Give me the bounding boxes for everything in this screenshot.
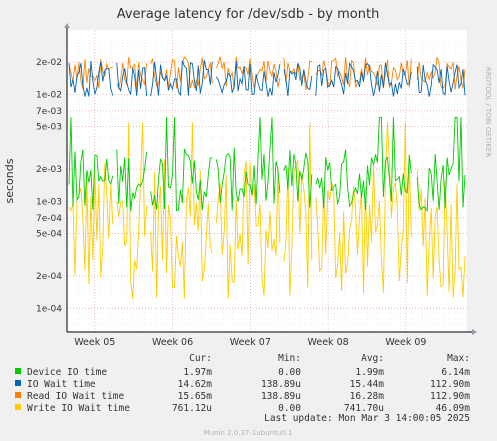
y-tick-label: 1e-02: [36, 90, 62, 100]
munin-version: Munin 2.0.37-1ubuntu0.1: [204, 429, 293, 437]
y-tick-label: 5e-03: [36, 123, 62, 133]
legend-swatch: [15, 368, 21, 374]
y-axis-arrow: [64, 23, 70, 28]
legend-value-avg: 15.44m: [350, 379, 385, 390]
y-tick-label: 1e-03: [36, 197, 62, 207]
y-axis-label: seconds: [3, 158, 16, 203]
y-tick-label: 5e-04: [36, 230, 62, 240]
legend-label: Write IO Wait time: [27, 403, 130, 414]
legend-value-min: 138.89u: [261, 391, 301, 402]
x-tick-label: Week 08: [308, 337, 349, 348]
legend-label: Device IO time: [27, 367, 107, 378]
col-header-avg: Avg:: [361, 353, 384, 364]
rrdtool-credit: RRDTOOL / TOBI OETIKER: [484, 67, 492, 157]
legend-value-min: 138.89u: [261, 379, 301, 390]
x-tick-labels: Week 05 Week 06 Week 07 Week 08 Week 09: [74, 337, 426, 348]
legend-value-cur: 15.65m: [178, 391, 213, 402]
legend-value-avg: 1.99m: [355, 367, 384, 378]
legend: Cur: Min: Avg: Max: Device IO time 1.97m 0…: [15, 353, 470, 414]
legend-value-max: 112.90m: [430, 379, 470, 390]
legend-label: Read IO Wait time: [27, 391, 125, 402]
x-axis-arrow: [472, 329, 477, 335]
col-header-min: Min:: [278, 353, 301, 364]
chart-title: Average latency for /dev/sdb - by month: [117, 7, 380, 22]
x-tick-label: Week 06: [152, 337, 193, 348]
legend-value-max: 112.90m: [430, 391, 470, 402]
legend-swatch: [15, 380, 21, 386]
latency-chart: 1e-04 2e-04 5e-04 7e-04 1e-03 2e-03 5e-03 7e-03…: [3, 7, 492, 437]
col-header-cur: Cur:: [189, 353, 212, 364]
legend-value-max: 6.14m: [441, 367, 470, 378]
y-tick-label: 2e-03: [36, 165, 62, 175]
y-tick-label: 2e-02: [36, 58, 62, 68]
col-header-max: Max:: [447, 353, 470, 364]
chart-panel: 1e-04 2e-04 5e-04 7e-04 1e-03 2e-03 5e-03 7e-03…: [0, 0, 497, 441]
y-tick-label: 1e-04: [36, 304, 62, 314]
legend-value-cur: 1.97m: [183, 367, 212, 378]
last-update: Last update: Mon Mar 3 14:00:05 2025: [264, 413, 470, 424]
y-tick-label: 7e-04: [36, 214, 62, 224]
legend-value-cur: 14.62m: [178, 379, 213, 390]
y-tick-label: 7e-03: [36, 107, 62, 117]
legend-swatch: [15, 392, 21, 398]
legend-value-avg: 16.28m: [350, 391, 385, 402]
y-tick-label: 2e-04: [36, 272, 62, 282]
legend-value-cur: 761.12u: [172, 403, 212, 414]
x-tick-label: Week 05: [74, 337, 115, 348]
legend-value-min: 0.00: [278, 367, 301, 378]
x-tick-label: Week 09: [385, 337, 426, 348]
legend-label: IO Wait time: [27, 379, 96, 390]
legend-swatch: [15, 404, 21, 410]
y-tick-labels: 1e-04 2e-04 5e-04 7e-04 1e-03 2e-03 5e-03 7e-03…: [36, 58, 62, 314]
x-tick-label: Week 07: [230, 337, 271, 348]
